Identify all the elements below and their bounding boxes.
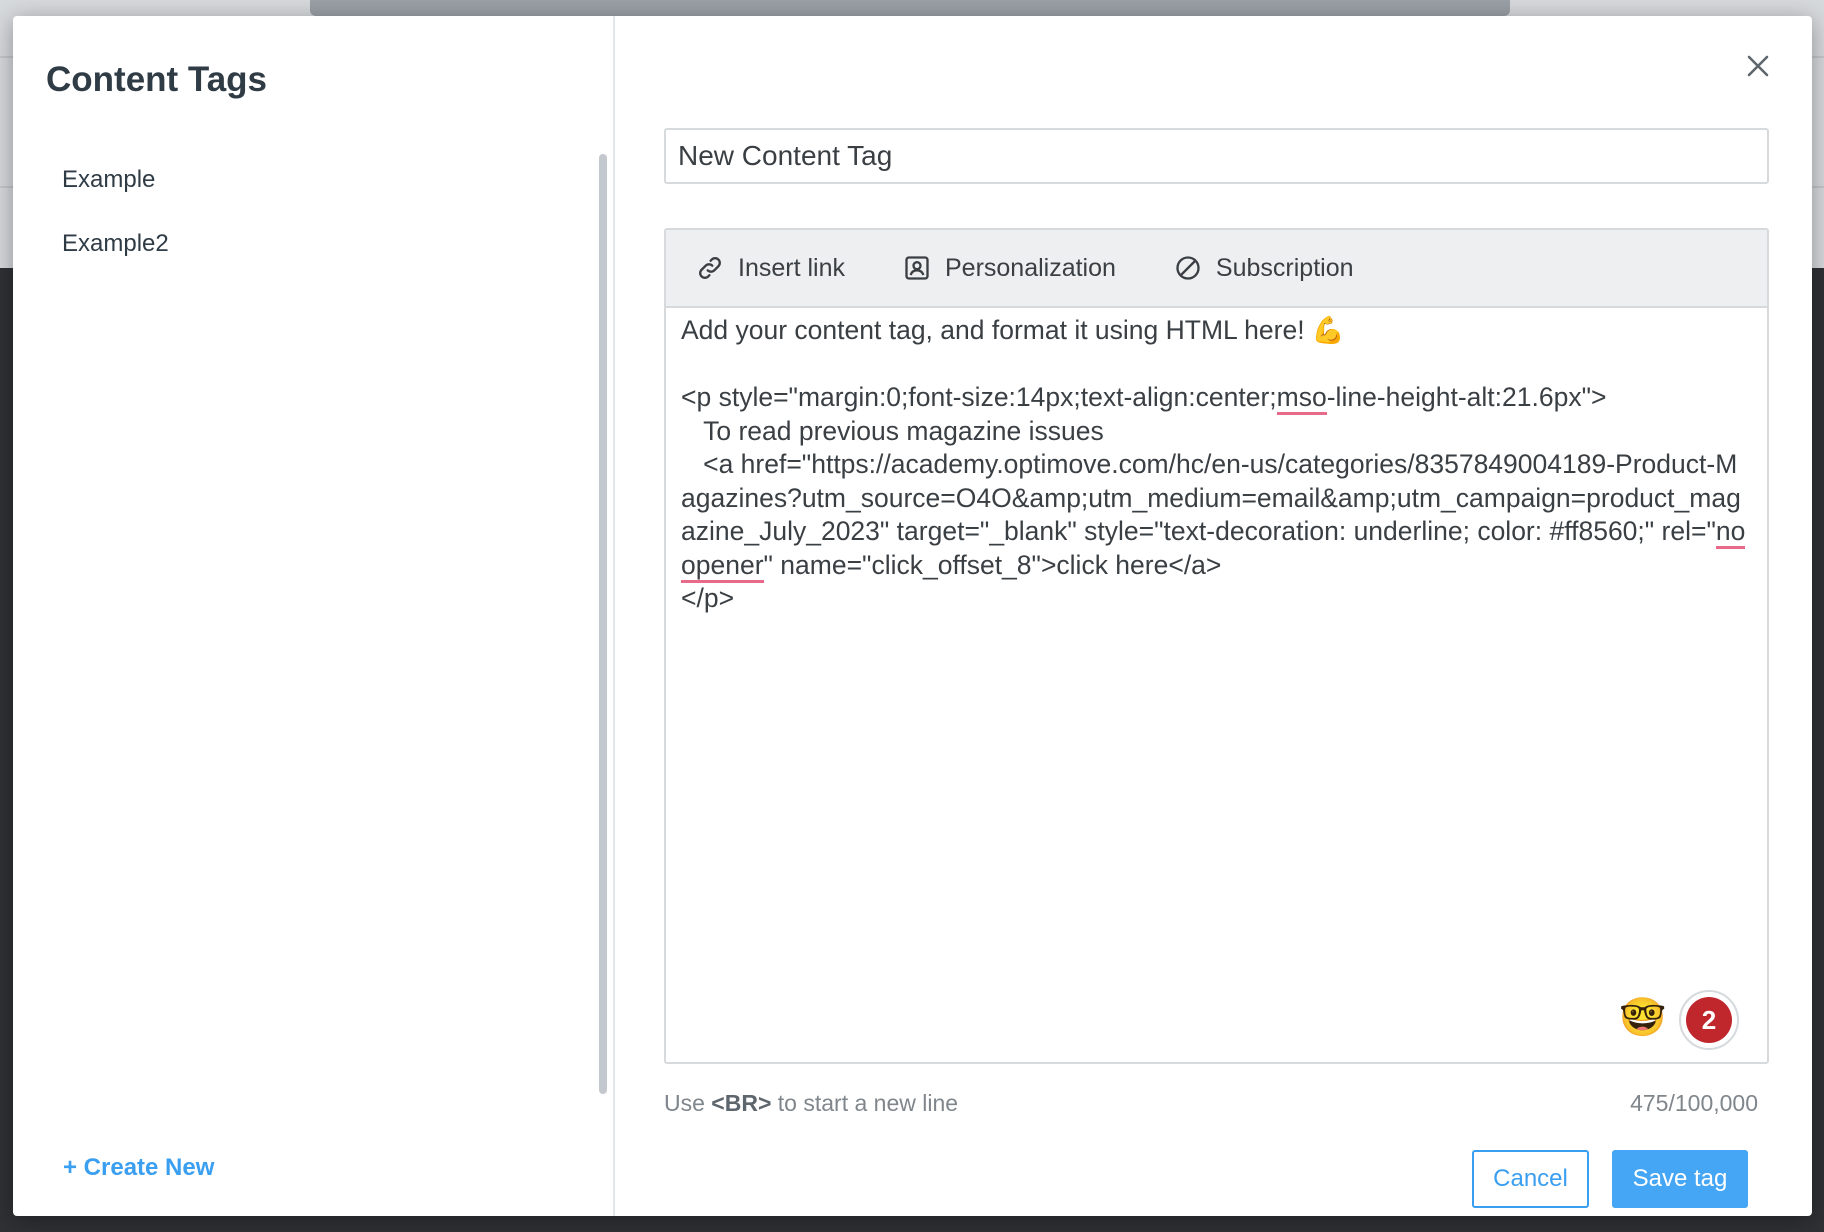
character-counter: 475/100,000 — [1630, 1090, 1758, 1116]
tag-list: Example Example2 — [62, 164, 169, 292]
link-icon — [699, 257, 721, 279]
content-tags-modal: Content Tags Example Example2 + Create N… — [13, 16, 1812, 1216]
background-bar — [310, 0, 1510, 16]
tag-list-item[interactable]: Example — [62, 164, 169, 228]
close-icon — [1747, 55, 1769, 77]
hint-code: <BR> — [711, 1090, 772, 1116]
content-line: " name="click_offset_8">click here</a> — [763, 549, 1222, 580]
tag-name-input[interactable] — [664, 128, 1769, 184]
sidebar-title: Content Tags — [46, 60, 268, 99]
content-line: <a href="https://academy.optimove.com/hc… — [681, 449, 1741, 546]
cancel-button[interactable]: Cancel — [1472, 1150, 1589, 1208]
line-break-hint: Use <BR> to start a new line — [664, 1090, 958, 1117]
content-line: -line-height-alt:21.6px"> — [1326, 382, 1607, 412]
hint-text: Use — [664, 1090, 712, 1116]
content-editor: Insert link Personalization Subscription… — [664, 228, 1769, 1064]
subscription-label: Subscription — [1215, 253, 1354, 282]
notification-badge-button[interactable]: 2 — [1679, 990, 1739, 1050]
personalization-label: Personalization — [944, 253, 1116, 282]
create-new-button[interactable]: + Create New — [63, 1154, 214, 1182]
prohibited-icon — [1176, 256, 1200, 280]
insert-link-label: Insert link — [738, 253, 845, 282]
subscription-button[interactable]: Subscription — [1174, 254, 1354, 283]
spellcheck-word: mso — [1276, 382, 1327, 415]
content-line: Add your content tag, and format it usin… — [681, 315, 1345, 345]
personalization-button[interactable]: Personalization — [903, 254, 1116, 283]
hint-text: to start a new line — [771, 1090, 959, 1116]
person-card-icon — [905, 256, 929, 280]
notification-badge: 2 — [1686, 997, 1732, 1043]
content-line: To read previous magazine issues — [681, 415, 1104, 446]
editor-toolbar: Insert link Personalization Subscription — [666, 230, 1767, 308]
content-line: </p> — [681, 583, 735, 613]
content-textarea[interactable]: Add your content tag, and format it usin… — [681, 314, 1751, 616]
save-tag-button[interactable]: Save tag — [1612, 1150, 1748, 1208]
tags-sidebar: Content Tags Example Example2 + Create N… — [13, 16, 615, 1216]
nerd-emoji-icon[interactable]: 🤓 — [1619, 996, 1666, 1040]
insert-link-button[interactable]: Insert link — [696, 254, 845, 283]
sidebar-scrollbar[interactable] — [599, 154, 607, 1094]
content-line: <p style="margin:0;font-size:14px;text-a… — [681, 382, 1277, 412]
tag-list-item[interactable]: Example2 — [62, 228, 169, 292]
close-button[interactable] — [1738, 46, 1778, 86]
